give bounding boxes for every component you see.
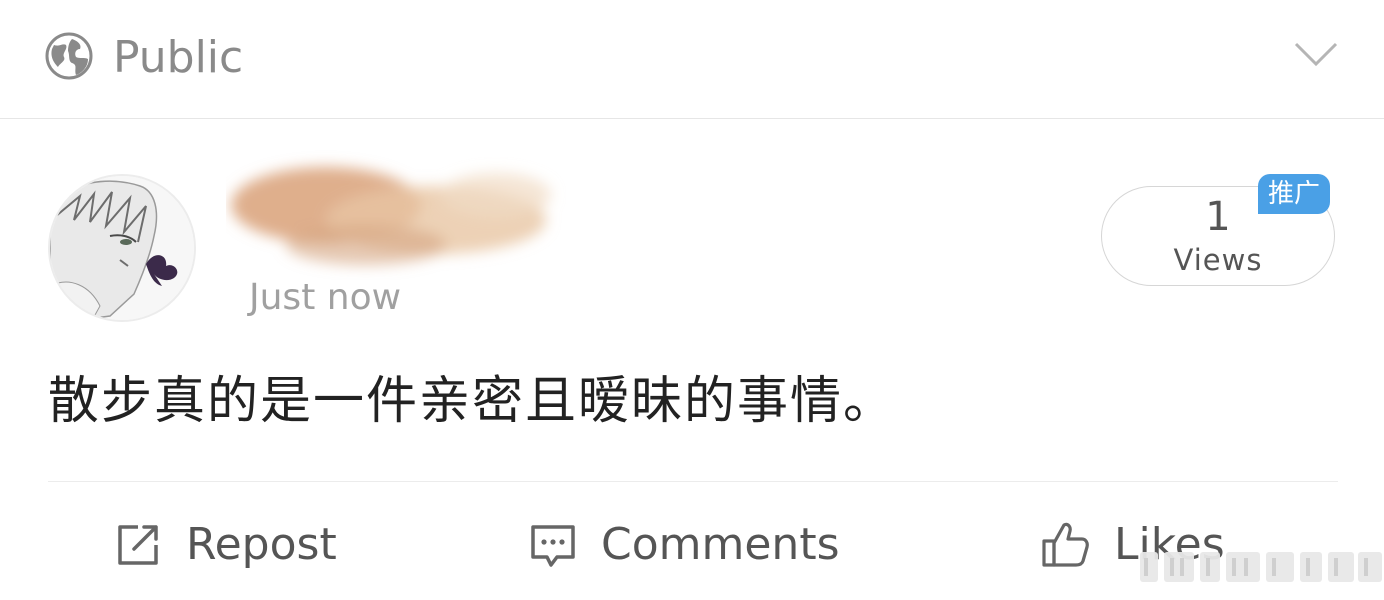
- action-bar-divider: [48, 481, 1338, 482]
- watermark: [1140, 552, 1382, 582]
- chevron-down-icon[interactable]: [1292, 38, 1340, 70]
- author-name-redacted: [231, 167, 551, 265]
- comments-label: Comments: [601, 519, 840, 570]
- visibility-label: Public: [113, 32, 244, 83]
- comments-button[interactable]: Comments: [527, 515, 840, 575]
- repost-icon: [118, 525, 158, 565]
- post-timestamp: Just now: [249, 277, 402, 318]
- thumbs-up-icon: [1042, 522, 1089, 567]
- comment-icon: [531, 525, 575, 567]
- avatar-illustration: [50, 176, 194, 320]
- repost-label: Repost: [186, 519, 337, 570]
- avatar[interactable]: [48, 174, 196, 322]
- visibility-selector[interactable]: Public: [0, 0, 1384, 119]
- post-text: 散步真的是一件亲密且暧昧的事情。: [48, 372, 897, 431]
- promo-badge: 推广: [1258, 174, 1331, 214]
- globe-icon: [45, 32, 93, 80]
- repost-button[interactable]: Repost: [112, 515, 337, 575]
- views-label: Views: [1173, 243, 1263, 277]
